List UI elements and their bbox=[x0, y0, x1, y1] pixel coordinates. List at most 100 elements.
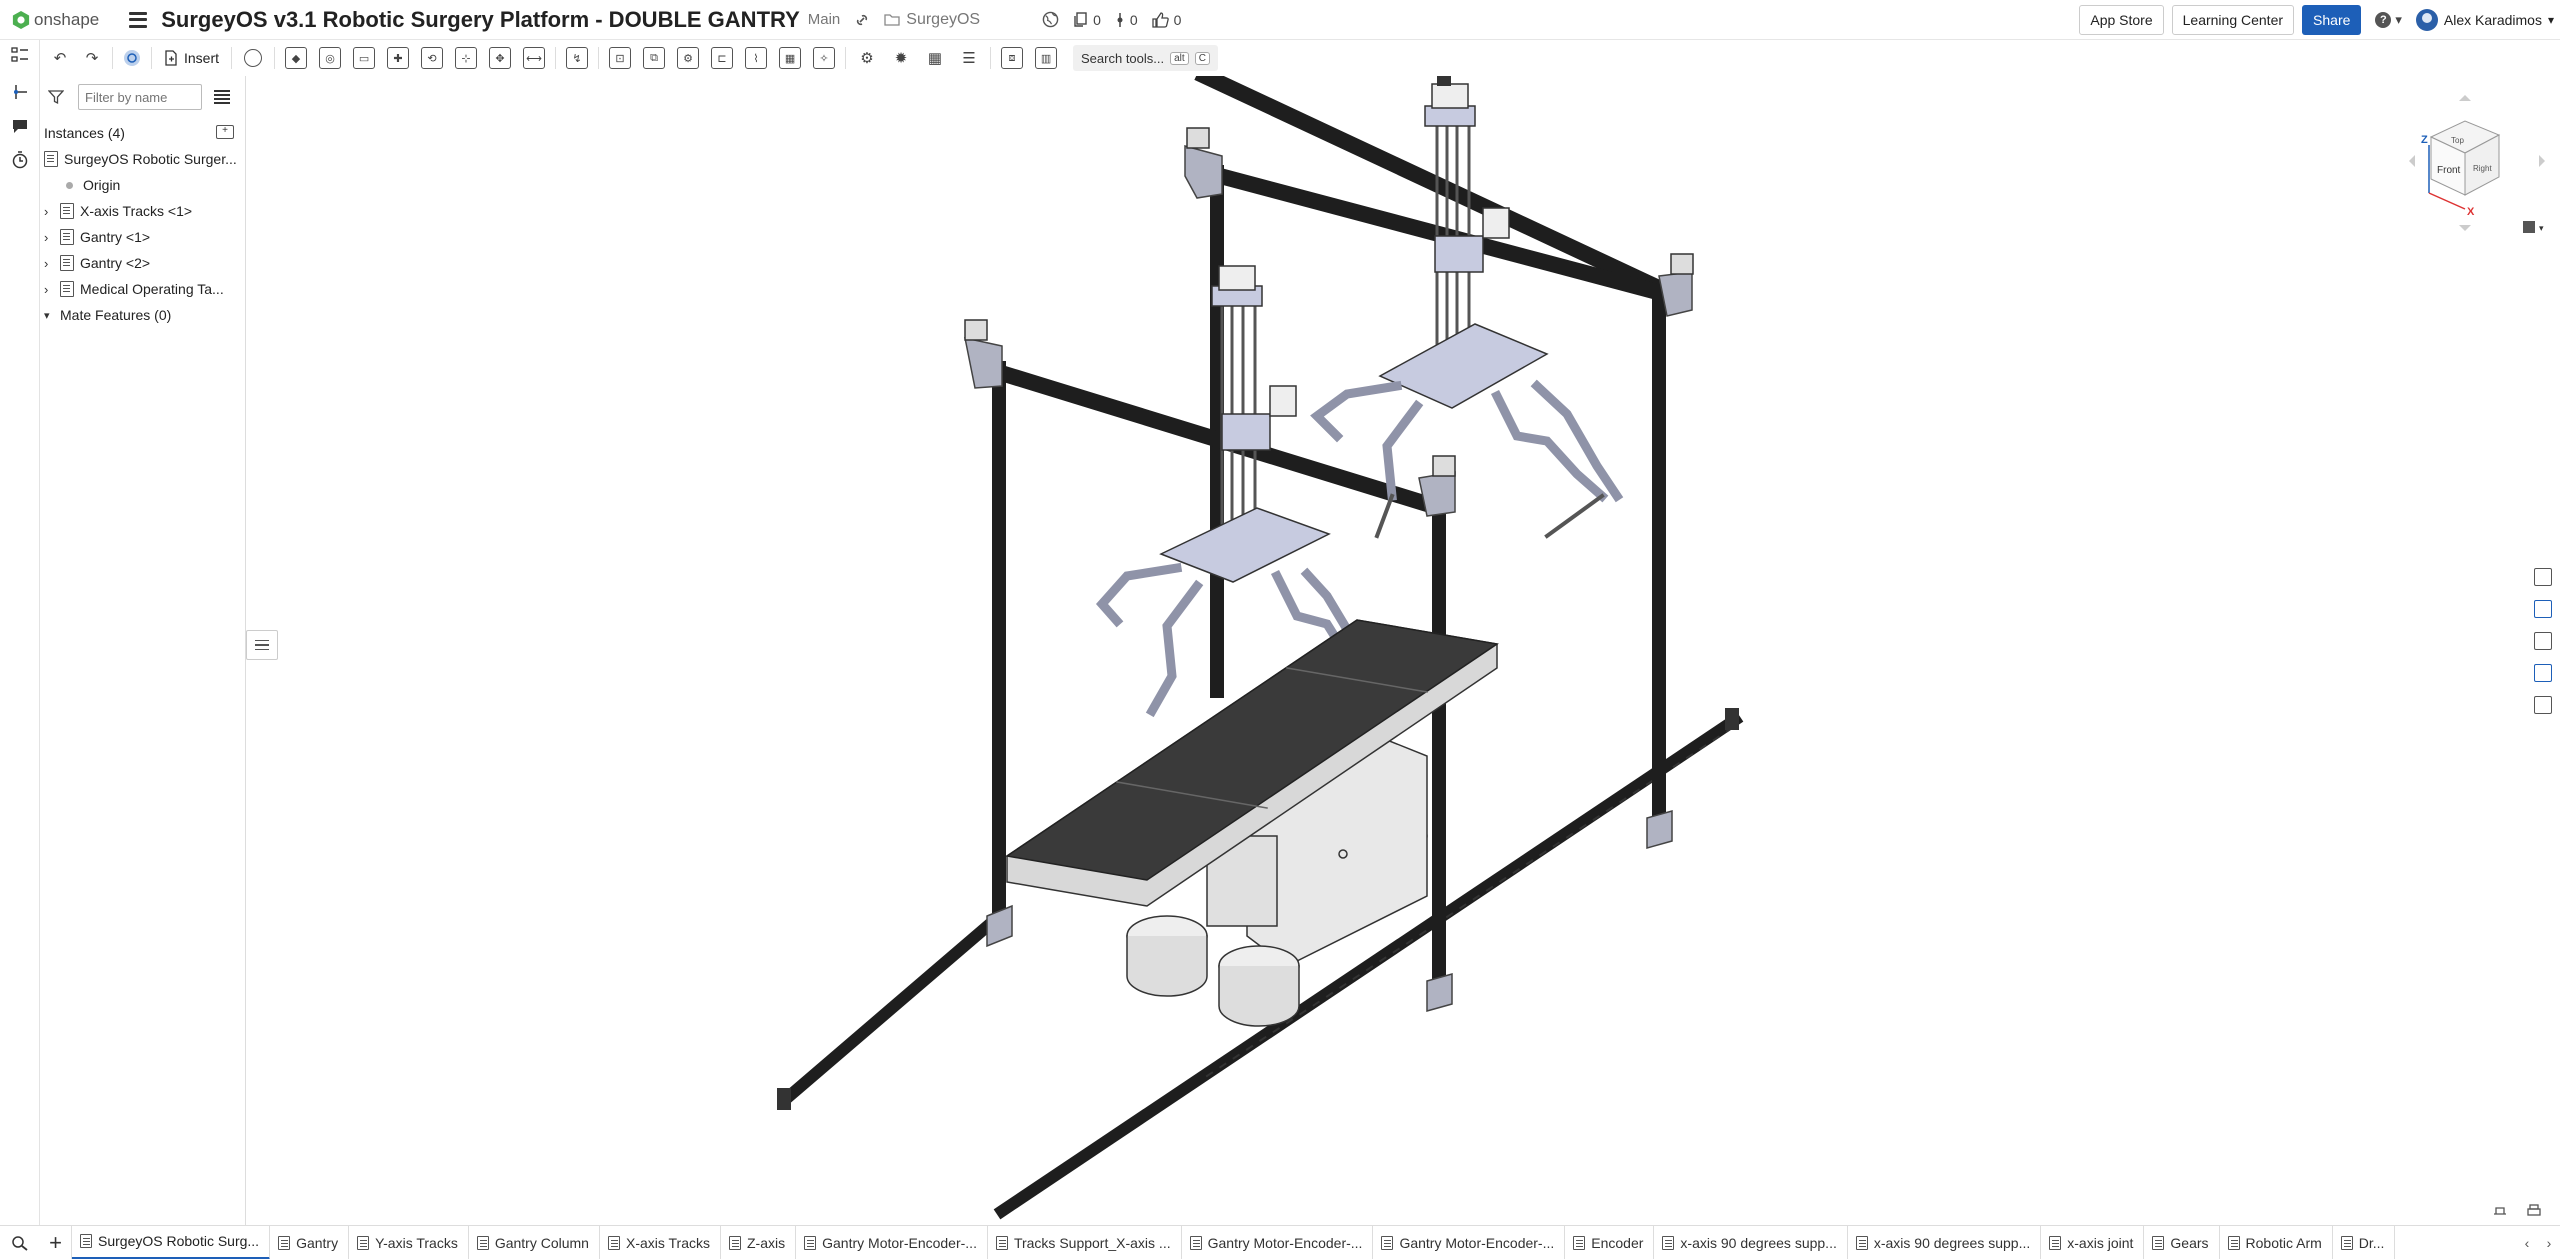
search-tools-button[interactable]: Search tools... alt C bbox=[1073, 45, 1218, 71]
measure-icon[interactable]: ▥ bbox=[1029, 45, 1063, 71]
branches-counter[interactable]: 0 bbox=[1115, 12, 1138, 28]
view-cube-top-label[interactable]: Top bbox=[2451, 136, 2464, 145]
tree-item-operating-table[interactable]: › Medical Operating Ta... bbox=[44, 278, 224, 300]
history-icon[interactable] bbox=[10, 150, 30, 170]
tab-truncated[interactable]: Dr... bbox=[2333, 1226, 2396, 1259]
tab-encoder[interactable]: Encoder bbox=[1565, 1226, 1655, 1259]
chevron-right-icon[interactable]: › bbox=[44, 282, 60, 297]
cylindrical-mate-icon[interactable]: ⟲ bbox=[415, 45, 449, 71]
rotate-up-arrow-icon[interactable] bbox=[2459, 95, 2471, 101]
view-cube-right-label[interactable]: Right bbox=[2473, 164, 2492, 173]
named-positions-icon[interactable] bbox=[2534, 664, 2552, 682]
screw-relation-icon[interactable]: ⌇ bbox=[739, 45, 773, 71]
add-tab-icon[interactable]: + bbox=[40, 1226, 72, 1259]
chevron-down-icon[interactable]: ▾ bbox=[2539, 223, 2544, 233]
rack-pinion-icon[interactable]: ⊏ bbox=[705, 45, 739, 71]
configurations-icon[interactable] bbox=[117, 45, 147, 71]
mate-features-row[interactable]: ▾ Mate Features (0) bbox=[44, 304, 171, 326]
linear-relation-icon[interactable]: ▦ bbox=[773, 45, 807, 71]
graphics-viewport[interactable] bbox=[247, 76, 2520, 1225]
slider-mate-icon[interactable]: ▭ bbox=[347, 45, 381, 71]
help-menu[interactable]: ? ▾ bbox=[2375, 12, 2402, 28]
mate-connector-icon[interactable] bbox=[10, 82, 30, 102]
tree-item-gantry-1[interactable]: › Gantry <1> bbox=[44, 226, 150, 248]
graphics-settings-icon[interactable] bbox=[2492, 1204, 2508, 1216]
grid-icon[interactable]: ▦ bbox=[918, 45, 952, 71]
undo-icon[interactable]: ↶ bbox=[44, 45, 76, 71]
tab-gantry-motor-encoder-2[interactable]: Gantry Motor-Encoder-... bbox=[1182, 1226, 1374, 1259]
gear-relation-icon[interactable]: ⚙ bbox=[671, 45, 705, 71]
filter-input[interactable] bbox=[78, 84, 202, 110]
onshape-logo[interactable]: onshape bbox=[12, 10, 99, 30]
chevron-right-icon[interactable]: › bbox=[44, 230, 60, 245]
document-title[interactable]: SurgeyOS v3.1 Robotic Surgery Platform -… bbox=[161, 7, 800, 33]
mate-connector-tool-icon[interactable]: ⊡ bbox=[603, 45, 637, 71]
globe-icon[interactable] bbox=[1042, 11, 1059, 28]
mate-values-icon[interactable] bbox=[2534, 632, 2552, 650]
view-cube-front-label[interactable]: Front bbox=[2437, 165, 2461, 176]
pin-slot-mate-icon[interactable]: ⊹ bbox=[449, 45, 483, 71]
rotate-right-arrow-icon[interactable] bbox=[2539, 155, 2545, 167]
likes-counter[interactable]: 0 bbox=[1152, 12, 1181, 28]
variables-icon[interactable] bbox=[2534, 696, 2552, 714]
view-options-icon[interactable] bbox=[2523, 221, 2535, 233]
bom-icon[interactable] bbox=[2534, 568, 2552, 586]
tree-item-x-axis-tracks[interactable]: › X-axis Tracks <1> bbox=[44, 200, 192, 222]
tree-item-origin[interactable]: Origin bbox=[66, 174, 120, 196]
ball-mate-icon[interactable]: ✥ bbox=[483, 45, 517, 71]
tab-robotic-arm[interactable]: Robotic Arm bbox=[2220, 1226, 2333, 1259]
cog-icon[interactable]: ✹ bbox=[884, 45, 918, 71]
filter-icon[interactable] bbox=[48, 89, 64, 105]
tab-x-axis-support-1[interactable]: x-axis 90 degrees supp... bbox=[1654, 1226, 1848, 1259]
branch-label[interactable]: Main bbox=[808, 11, 841, 28]
chevron-right-icon[interactable]: › bbox=[44, 204, 60, 219]
revolute-mate-icon[interactable]: ◎ bbox=[313, 45, 347, 71]
chevron-down-icon[interactable]: ▾ bbox=[44, 309, 60, 322]
replicate-icon[interactable] bbox=[236, 45, 270, 71]
section-view-icon[interactable]: ⧈ bbox=[995, 45, 1029, 71]
print-icon[interactable] bbox=[2526, 1204, 2542, 1218]
link-icon[interactable] bbox=[854, 12, 870, 28]
tab-manager-icon[interactable] bbox=[0, 1226, 40, 1259]
settings-gear-icon[interactable]: ⚙ bbox=[850, 45, 884, 71]
share-button[interactable]: Share bbox=[2302, 5, 2362, 35]
tab-surgeyos-assembly[interactable]: SurgeyOS Robotic Surg... bbox=[72, 1226, 271, 1259]
planar-mate-icon[interactable]: ✚ bbox=[381, 45, 415, 71]
tree-item-root-assembly[interactable]: SurgeyOS Robotic Surger... bbox=[44, 148, 237, 170]
comments-icon[interactable] bbox=[10, 116, 30, 136]
chevron-right-icon[interactable]: › bbox=[2547, 1235, 2552, 1251]
rotate-down-arrow-icon[interactable] bbox=[2459, 225, 2471, 231]
learning-center-button[interactable]: Learning Center bbox=[2171, 5, 2295, 35]
parallel-mate-icon[interactable]: ⟷ bbox=[517, 45, 551, 71]
add-folder-icon[interactable]: + bbox=[216, 125, 234, 139]
folder-link[interactable]: SurgeyOS bbox=[884, 11, 980, 29]
feature-list-icon[interactable] bbox=[10, 45, 30, 65]
list-view-icon[interactable] bbox=[214, 90, 230, 104]
tangent-mate-icon[interactable]: ↯ bbox=[560, 45, 594, 71]
tab-x-axis-joint[interactable]: x-axis joint bbox=[2041, 1226, 2145, 1259]
tab-y-axis-tracks[interactable]: Y-axis Tracks bbox=[349, 1226, 469, 1259]
sliders-icon[interactable]: ☰ bbox=[952, 45, 986, 71]
rotate-left-arrow-icon[interactable] bbox=[2409, 155, 2415, 167]
view-cube[interactable]: Top Front Right Z X ▾ bbox=[2395, 85, 2555, 245]
tab-gears[interactable]: Gears bbox=[2144, 1226, 2220, 1259]
redo-icon[interactable]: ↷ bbox=[76, 45, 108, 71]
versions-counter[interactable]: 0 bbox=[1073, 12, 1101, 28]
app-store-button[interactable]: App Store bbox=[2079, 5, 2164, 35]
chevron-left-icon[interactable]: ‹ bbox=[2525, 1235, 2530, 1251]
tab-gantry-motor-encoder-3[interactable]: Gantry Motor-Encoder-... bbox=[1373, 1226, 1566, 1259]
group-icon[interactable]: ⧉ bbox=[637, 45, 671, 71]
main-menu-icon[interactable] bbox=[129, 11, 148, 28]
tab-x-axis-support-2[interactable]: x-axis 90 degrees supp... bbox=[1848, 1226, 2042, 1259]
tree-item-gantry-2[interactable]: › Gantry <2> bbox=[44, 252, 150, 274]
chevron-right-icon[interactable]: › bbox=[44, 256, 60, 271]
user-menu[interactable]: Alex Karadimos ▾ bbox=[2415, 9, 2554, 31]
tab-gantry[interactable]: Gantry bbox=[270, 1226, 350, 1259]
insert-button[interactable]: Insert bbox=[156, 45, 227, 71]
tab-x-axis-tracks[interactable]: X-axis Tracks bbox=[600, 1226, 721, 1259]
fastened-mate-icon[interactable]: ◆ bbox=[279, 45, 313, 71]
tab-z-axis[interactable]: Z-axis bbox=[721, 1226, 797, 1259]
explode-view-icon[interactable]: ✧ bbox=[807, 45, 841, 71]
tab-gantry-column[interactable]: Gantry Column bbox=[469, 1226, 600, 1259]
tab-gantry-motor-encoder-1[interactable]: Gantry Motor-Encoder-... bbox=[796, 1226, 988, 1259]
